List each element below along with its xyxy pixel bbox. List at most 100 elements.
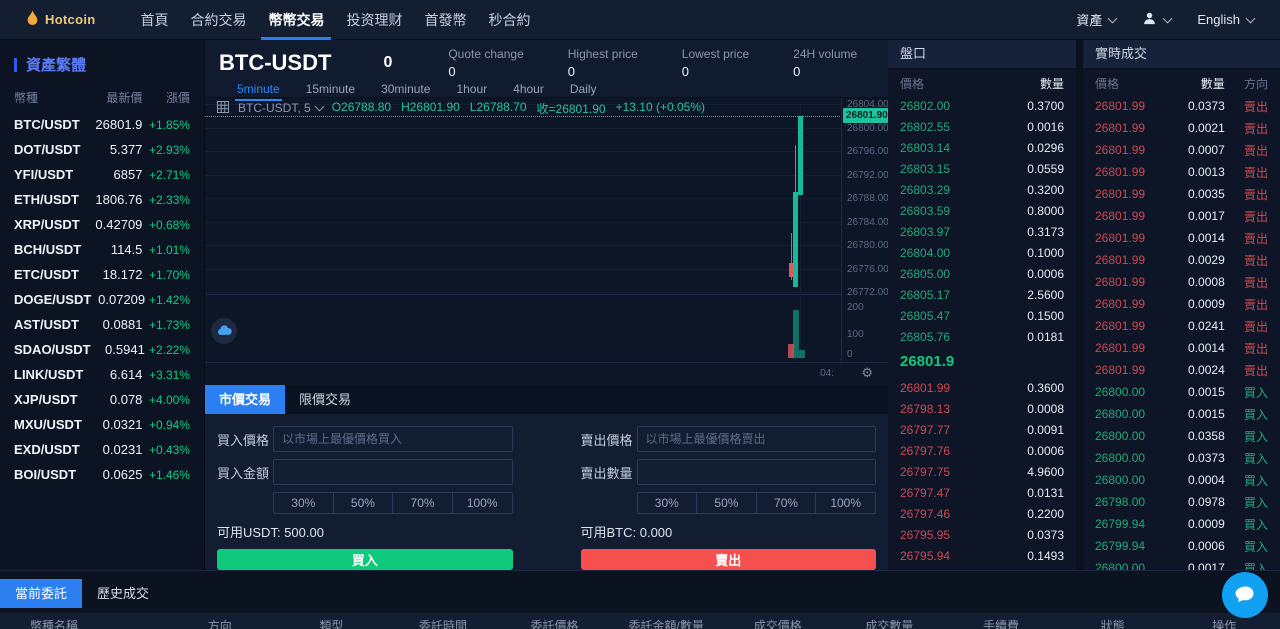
orderbook-ask-row[interactable]: 26804.000.1000 (888, 242, 1076, 263)
buy-percent-30%[interactable]: 30% (274, 493, 334, 513)
sell-amount-input[interactable] (637, 459, 877, 485)
trade-side: 賣出 (1225, 296, 1268, 313)
orderbook-ask-row[interactable]: 26802.550.0016 (888, 116, 1076, 137)
nav-item-1[interactable]: 首頁 (129, 0, 179, 40)
title-accent-bar (14, 58, 17, 72)
market-pair-row[interactable]: XJP/USDT0.078+4.00% (0, 387, 204, 412)
language-menu[interactable]: English (1197, 12, 1254, 27)
orderbook-ask-row[interactable]: 26803.150.0559 (888, 158, 1076, 179)
buy-percent-100%[interactable]: 100% (453, 493, 512, 513)
trade-price: 26800.00 (1095, 473, 1165, 487)
orderbook-ask-row[interactable]: 26803.590.8000 (888, 200, 1076, 221)
ask-price: 26805.47 (900, 309, 982, 323)
stat-value: 0 (793, 64, 857, 79)
user-menu[interactable] (1142, 11, 1171, 29)
market-pair-row[interactable]: EXD/USDT0.0231+0.43% (0, 437, 204, 462)
sell-percent-30%[interactable]: 30% (638, 493, 698, 513)
grid-icon[interactable] (217, 101, 229, 116)
bid-qty: 0.1493 (982, 549, 1064, 563)
ask-price: 26803.97 (900, 225, 982, 239)
current-price-tag: 26801.90 (843, 108, 891, 123)
bid-price: 26797.77 (900, 423, 982, 437)
sell-percent-50%[interactable]: 50% (697, 493, 757, 513)
orderbook-ask-row[interactable]: 26805.760.0181 (888, 326, 1076, 347)
orderbook-bid-row[interactable]: 26797.770.0091 (888, 419, 1076, 440)
market-pair-row[interactable]: BTC/USDT26801.9+1.85% (0, 112, 204, 137)
ask-qty: 0.8000 (982, 204, 1064, 218)
market-pair-row[interactable]: XRP/USDT0.42709+0.68% (0, 212, 204, 237)
orders-col-header: 委託金額/數量 (610, 617, 722, 629)
orderbook-bids: 26801.990.360026798.130.000826797.770.00… (888, 377, 1076, 570)
sell-button[interactable]: 賣出 (581, 549, 877, 570)
orderbook-ask-row[interactable]: 26805.000.0006 (888, 263, 1076, 284)
market-pair-row[interactable]: ETH/USDT1806.76+2.33% (0, 187, 204, 212)
sell-price-input[interactable] (637, 426, 877, 452)
bid-price: 26797.46 (900, 507, 982, 521)
orderbook-ask-row[interactable]: 26803.290.3200 (888, 179, 1076, 200)
chat-button[interactable] (1222, 572, 1268, 618)
trade-tab-1[interactable]: 市價交易 (205, 385, 285, 414)
orderbook-bid-row[interactable]: 26795.940.1493 (888, 545, 1076, 566)
market-pair-row[interactable]: DOT/USDT5.377+2.93% (0, 137, 204, 162)
buy-price-input[interactable] (273, 426, 513, 452)
pair-change: +1.73% (142, 318, 190, 332)
trade-tab-2[interactable]: 限價交易 (285, 385, 365, 414)
orderbook-bid-row[interactable]: 26797.760.0006 (888, 440, 1076, 461)
market-pair-row[interactable]: ETC/USDT18.172+1.70% (0, 262, 204, 287)
orderbook-bid-row[interactable]: 26797.460.2200 (888, 503, 1076, 524)
trade-side: 買入 (1225, 428, 1268, 445)
orderbook-ask-row[interactable]: 26802.000.3700 (888, 95, 1076, 116)
market-pair-row[interactable]: DOGE/USDT0.07209+1.42% (0, 287, 204, 312)
sell-percent-100%[interactable]: 100% (816, 493, 875, 513)
buy-button[interactable]: 買入 (217, 549, 513, 570)
bid-price: 26797.75 (900, 465, 982, 479)
trade-side: 買入 (1225, 406, 1268, 423)
orderbook-ask-row[interactable]: 26803.140.0296 (888, 137, 1076, 158)
orderbook-ask-row[interactable]: 26805.172.5600 (888, 284, 1076, 305)
trade-price: 26801.99 (1095, 187, 1165, 201)
sell-amount-label: 賣出數量 (581, 463, 637, 482)
assets-menu[interactable]: 資產 (1076, 10, 1116, 29)
nav-item-4[interactable]: 投资理财 (335, 0, 413, 40)
trade-qty: 0.0241 (1165, 319, 1224, 333)
flame-icon (26, 10, 39, 30)
market-pair-row[interactable]: YFI/USDT6857+2.71% (0, 162, 204, 187)
gridline (205, 198, 842, 199)
orders-tab-1[interactable]: 當前委託 (0, 579, 82, 608)
buy-percent-70%[interactable]: 70% (393, 493, 453, 513)
sell-percent-70%[interactable]: 70% (757, 493, 817, 513)
market-pair-row[interactable]: AST/USDT0.0881+1.73% (0, 312, 204, 337)
nav-item-5[interactable]: 首發幣 (413, 0, 477, 40)
trade-row: 26801.990.0373賣出 (1083, 95, 1280, 117)
gridline (800, 296, 801, 358)
trade-side: 賣出 (1225, 318, 1268, 335)
orderbook-bid-row[interactable]: 26795.950.0373 (888, 524, 1076, 545)
ohlc-value: L26788.70 (470, 100, 527, 117)
market-pair-row[interactable]: LINK/USDT6.614+3.31% (0, 362, 204, 387)
orders-tabs: 當前委託歷史成交 (0, 579, 1280, 608)
nav-item-6[interactable]: 秒合約 (477, 0, 541, 40)
market-pair-row[interactable]: BOI/USDT0.0625+1.46% (0, 462, 204, 487)
orderbook-ask-row[interactable]: 26805.470.1500 (888, 305, 1076, 326)
bid-qty: 4.9600 (982, 465, 1064, 479)
trade-qty: 0.0015 (1165, 407, 1224, 421)
brand-logo[interactable]: Hotcoin (26, 10, 95, 30)
orderbook-bid-row[interactable]: 26801.990.3600 (888, 377, 1076, 398)
buy-percent-50%[interactable]: 50% (334, 493, 394, 513)
market-pair-row[interactable]: MXU/USDT0.0321+0.94% (0, 412, 204, 437)
gear-icon[interactable]: ⚙ (861, 365, 873, 381)
market-pair-row[interactable]: SDAO/USDT0.5941+2.22% (0, 337, 204, 362)
orderbook-bid-row[interactable]: 26798.130.0008 (888, 398, 1076, 419)
orders-tab-2[interactable]: 歷史成交 (82, 579, 164, 608)
orderbook-bid-row[interactable]: 26797.470.0131 (888, 482, 1076, 503)
trade-side: 賣出 (1225, 362, 1268, 379)
orderbook-bid-row[interactable]: 26797.754.9600 (888, 461, 1076, 482)
market-pair-row[interactable]: BCH/USDT114.5+1.01% (0, 237, 204, 262)
nav-item-2[interactable]: 合約交易 (179, 0, 257, 40)
orderbook-ask-row[interactable]: 26803.970.3173 (888, 221, 1076, 242)
nav-item-3[interactable]: 幣幣交易 (257, 0, 335, 40)
ask-qty: 2.5600 (982, 288, 1064, 302)
buy-amount-input[interactable] (273, 459, 513, 485)
trade-row: 26801.990.0014賣出 (1083, 227, 1280, 249)
chart-symbol-selector[interactable]: BTC-USDT, 5 (238, 101, 323, 115)
